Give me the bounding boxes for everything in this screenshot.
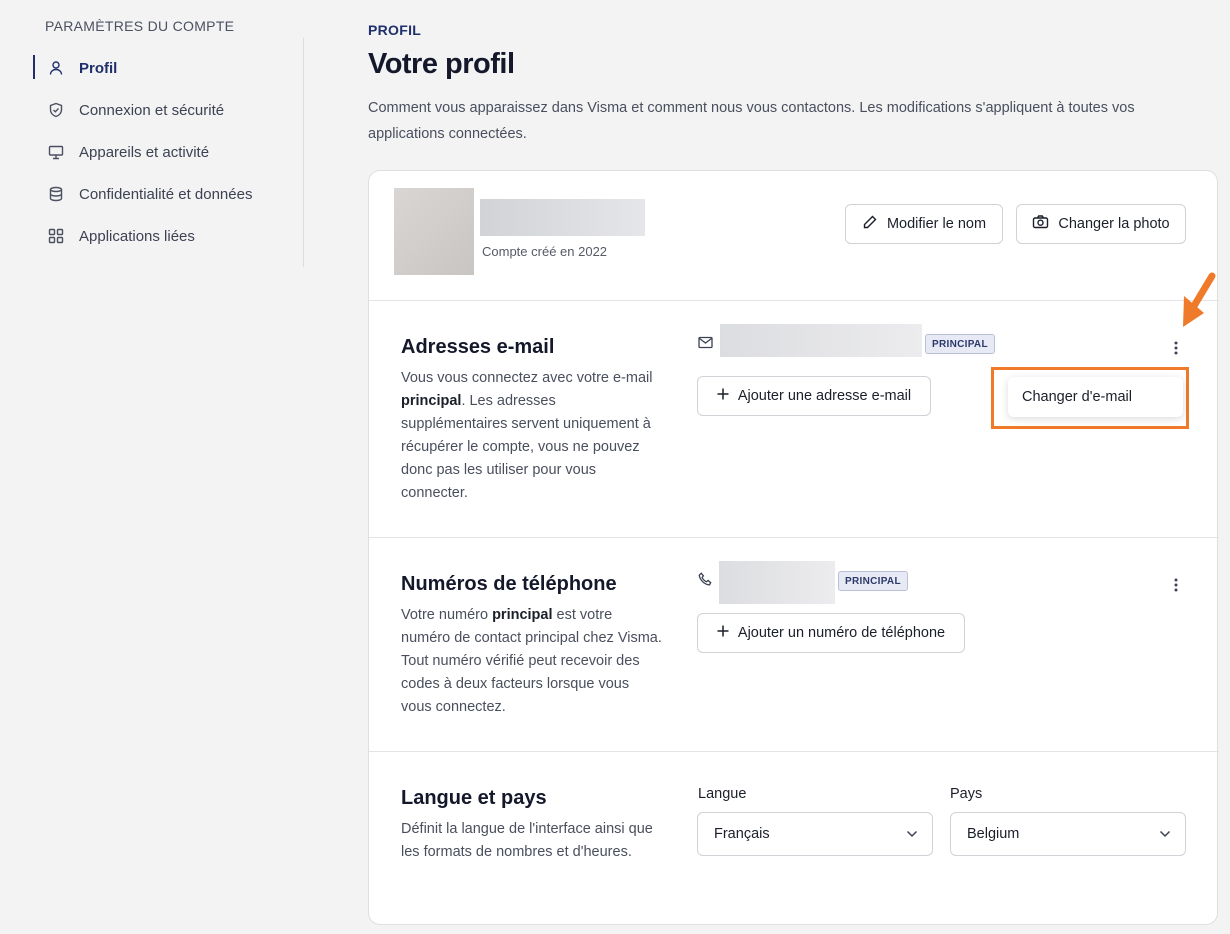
change-email-menu-item[interactable]: Changer d'e-mail <box>1008 377 1183 417</box>
avatar <box>394 188 474 275</box>
phone-more-options-button[interactable] <box>1168 574 1184 596</box>
highlight-box: Changer d'e-mail <box>991 367 1189 429</box>
user-icon <box>33 60 79 76</box>
page-title: Votre profil <box>368 48 515 80</box>
redacted-phone <box>719 561 835 604</box>
sidebar-item-label: Appareils et activité <box>79 143 210 161</box>
phone-section-description: Votre numéro principal est votre numéro … <box>401 607 662 715</box>
sidebar-item-confidentialite-donnees[interactable]: Confidentialité et données <box>33 180 283 208</box>
add-email-button[interactable]: Ajouter une adresse e-mail <box>697 376 931 416</box>
locale-section-title: Langue et pays <box>401 787 547 809</box>
primary-badge: PRINCIPAL <box>838 571 908 591</box>
country-value: Belgium <box>967 826 1020 842</box>
edit-name-label: Modifier le nom <box>886 216 987 232</box>
plus-icon <box>717 625 729 641</box>
database-icon <box>33 186 79 202</box>
change-photo-label: Changer la photo <box>1058 216 1170 232</box>
email-more-options-button[interactable] <box>1168 337 1184 359</box>
divider <box>369 300 1219 301</box>
chevron-down-icon <box>906 826 918 842</box>
pencil-icon <box>862 214 878 234</box>
email-section-title: Adresses e-mail <box>401 336 555 358</box>
add-phone-button[interactable]: Ajouter un numéro de téléphone <box>697 613 965 653</box>
add-phone-label: Ajouter un numéro de téléphone <box>737 625 946 641</box>
language-select[interactable]: Français <box>697 812 933 856</box>
mail-icon <box>698 336 713 354</box>
sidebar-item-label: Confidentialité et données <box>79 185 253 203</box>
change-photo-button[interactable]: Changer la photo <box>1016 204 1186 244</box>
sidebar-item-label: Profil <box>79 59 118 77</box>
sidebar-divider <box>303 38 304 267</box>
profile-card: Compte créé en 2022 Modifier le nom Chan… <box>368 170 1219 925</box>
plus-icon <box>717 388 729 404</box>
email-section-description: Vous vous connectez avec votre e-mail pr… <box>401 370 653 501</box>
account-created-text: Compte créé en 2022 <box>482 244 608 259</box>
edit-name-button[interactable]: Modifier le nom <box>845 204 1003 244</box>
sidebar-item-profil[interactable]: Profil <box>33 54 283 82</box>
breadcrumb: PROFIL <box>368 22 422 38</box>
divider <box>369 537 1219 538</box>
kebab-icon <box>1174 341 1178 355</box>
phone-icon <box>698 572 713 592</box>
divider <box>369 751 1219 752</box>
chevron-down-icon <box>1159 826 1171 842</box>
redacted-name <box>480 199 645 236</box>
sidebar-item-label: Applications liées <box>79 227 195 245</box>
add-email-label: Ajouter une adresse e-mail <box>737 388 912 404</box>
sidebar-item-appareils-activite[interactable]: Appareils et activité <box>33 138 283 166</box>
grid-icon <box>33 228 79 244</box>
country-select[interactable]: Belgium <box>950 812 1186 856</box>
locale-section-description: Définit la langue de l'interface ainsi q… <box>401 821 653 860</box>
phone-section-title: Numéros de téléphone <box>401 573 617 595</box>
shield-check-icon <box>33 102 79 118</box>
redacted-email <box>720 324 922 357</box>
monitor-icon <box>33 144 79 160</box>
sidebar-item-applications-liees[interactable]: Applications liées <box>33 222 283 250</box>
kebab-icon <box>1174 578 1178 592</box>
language-value: Français <box>714 826 770 842</box>
sidebar-item-label: Connexion et sécurité <box>79 101 225 119</box>
primary-badge: PRINCIPAL <box>925 334 995 354</box>
sidebar-title: PARAMÈTRES DU COMPTE <box>45 18 235 34</box>
annotation-arrow-icon <box>1183 272 1216 327</box>
sidebar-item-connexion-securite[interactable]: Connexion et sécurité <box>33 96 283 124</box>
language-label: Langue <box>698 786 747 802</box>
camera-icon <box>1032 214 1049 234</box>
country-label: Pays <box>950 786 983 802</box>
page-description: Comment vous apparaissez dans Visma et c… <box>368 100 1135 142</box>
